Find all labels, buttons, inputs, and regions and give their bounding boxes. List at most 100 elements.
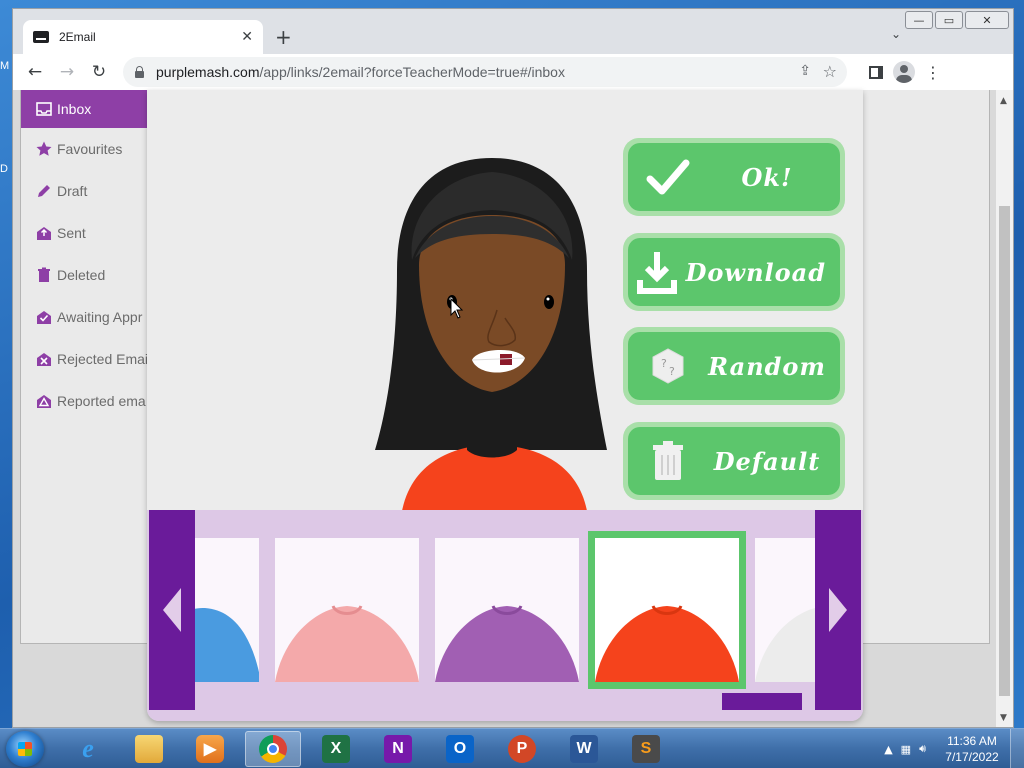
taskbar-internet-explorer[interactable]: e — [60, 731, 116, 767]
folder-sidebar: Inbox Favourites Draft Sent Deleted Awai… — [21, 90, 151, 422]
ok-button-label: Ok! — [741, 162, 793, 192]
download-button-label: Download — [685, 257, 826, 287]
word-icon: W — [570, 735, 598, 763]
side-panel-icon[interactable] — [869, 65, 883, 79]
picker-next-button[interactable] — [815, 510, 861, 710]
sidebar-item-draft[interactable]: Draft — [21, 170, 151, 212]
reload-icon[interactable]: ↻ — [83, 62, 115, 82]
sent-icon — [35, 224, 53, 242]
shirt-swatch-selected[interactable] — [588, 531, 746, 689]
awaiting-icon — [35, 308, 53, 326]
folder-icon — [135, 735, 163, 763]
scrollbar-thumb[interactable] — [999, 206, 1010, 696]
taskbar-excel[interactable]: X — [308, 731, 364, 767]
reported-icon — [35, 392, 53, 410]
system-tray: ▲ ▦ 🔊︎ 11:36 AM 7/17/2022 — [884, 729, 1024, 768]
sidebar-item-sent[interactable]: Sent — [21, 212, 151, 254]
browser-menu-icon[interactable]: ⋮ — [925, 63, 941, 82]
trash-icon — [628, 441, 708, 481]
windows-taskbar: e ▶ X N O P W S ▲ ▦ 🔊︎ 11:36 AM 7/17/202… — [0, 728, 1024, 768]
right-arrow-icon — [829, 588, 847, 632]
taskbar-word[interactable]: W — [556, 731, 612, 767]
taskbar-powerpoint[interactable]: P — [494, 731, 550, 767]
mouse-cursor-icon — [450, 298, 464, 319]
sidebar-item-label: Inbox — [57, 101, 92, 117]
bookmark-star-icon[interactable]: ☆ — [823, 62, 837, 81]
email-favicon-icon — [33, 31, 49, 43]
scroll-up-arrow-icon[interactable]: ▲ — [1000, 96, 1007, 106]
restore-button[interactable]: ▭ — [935, 11, 963, 29]
profile-avatar-icon[interactable] — [893, 61, 915, 83]
page-scrollbar[interactable]: ▲ ▼ — [996, 90, 1013, 727]
sidebar-item-label: Deleted — [57, 267, 106, 283]
dice-icon: ?? — [628, 347, 708, 385]
shirt-swatch[interactable] — [435, 538, 579, 682]
sidebar-item-label: Sent — [57, 225, 86, 241]
checkmark-icon — [628, 157, 708, 197]
pencil-icon — [35, 182, 53, 200]
taskbar-sublime-text[interactable]: S — [618, 731, 674, 767]
ok-button[interactable]: Ok! — [623, 138, 845, 216]
download-icon — [628, 250, 686, 294]
clock[interactable]: 11:36 AM 7/17/2022 — [934, 733, 1010, 765]
default-button-label: Default — [713, 446, 821, 476]
sidebar-item-label: Rejected Emai — [57, 351, 149, 367]
outlook-icon: O — [446, 735, 474, 763]
sidebar-item-inbox[interactable]: Inbox — [21, 90, 151, 128]
lock-icon[interactable] — [135, 65, 144, 78]
taskbar-outlook[interactable]: O — [432, 731, 488, 767]
sidebar-item-label: Favourites — [57, 141, 123, 157]
shirt-swatch[interactable] — [275, 538, 419, 682]
sidebar-item-awaiting-approval[interactable]: Awaiting Appr — [21, 296, 151, 338]
trash-icon — [35, 266, 53, 284]
share-icon[interactable]: ⇪ — [799, 63, 811, 79]
shirt-swatch[interactable] — [195, 538, 259, 682]
clothing-color-picker — [147, 510, 863, 721]
sidebar-item-rejected[interactable]: Rejected Emai — [21, 338, 151, 380]
sidebar-item-favourites[interactable]: Favourites — [21, 128, 151, 170]
desktop-icon-label: D — [0, 163, 8, 175]
forward-arrow-icon[interactable]: → — [51, 62, 83, 82]
svg-text:?: ? — [661, 357, 667, 370]
svg-text:?: ? — [669, 365, 675, 378]
chrome-icon — [259, 735, 287, 763]
random-button[interactable]: ?? Random — [623, 327, 845, 405]
taskbar-media-player[interactable]: ▶ — [182, 731, 238, 767]
excel-icon: X — [322, 735, 350, 763]
powerpoint-icon: P — [508, 735, 536, 763]
page-content: Inbox Favourites Draft Sent Deleted Awai… — [13, 90, 1013, 727]
download-button[interactable]: Download — [623, 233, 845, 311]
taskbar-file-explorer[interactable] — [121, 731, 177, 767]
default-button[interactable]: Default — [623, 422, 845, 500]
media-player-icon: ▶ — [196, 735, 224, 763]
back-arrow-icon[interactable]: ← — [19, 62, 51, 82]
minimize-button[interactable]: — — [905, 11, 933, 29]
sidebar-item-reported[interactable]: Reported ema — [21, 380, 151, 422]
address-bar[interactable]: purplemash.com/app/links/2email?forceTea… — [123, 57, 847, 87]
url-text: purplemash.com/app/links/2email?forceTea… — [156, 64, 565, 80]
random-button-label: Random — [708, 351, 826, 381]
close-window-button[interactable]: ✕ — [965, 11, 1009, 29]
sidebar-item-label: Awaiting Appr — [57, 309, 143, 325]
show-hidden-icons-icon[interactable]: ▲ — [884, 743, 892, 756]
network-icon[interactable]: ▦ — [901, 743, 911, 756]
rejected-icon — [35, 350, 53, 368]
show-desktop-button[interactable] — [1010, 729, 1024, 768]
browser-toolbar: ← → ↻ purplemash.com/app/links/2email?fo… — [13, 54, 1013, 90]
taskbar-onenote[interactable]: N — [370, 731, 426, 767]
sidebar-item-deleted[interactable]: Deleted — [21, 254, 151, 296]
volume-icon[interactable]: 🔊︎ — [919, 742, 926, 756]
taskbar-chrome[interactable] — [245, 731, 301, 767]
shirt-swatch[interactable] — [755, 538, 815, 682]
scroll-down-arrow-icon[interactable]: ▼ — [1000, 713, 1007, 723]
start-button[interactable] — [6, 731, 44, 767]
internet-explorer-icon: e — [82, 734, 94, 763]
inbox-icon — [35, 100, 53, 118]
left-arrow-icon — [163, 588, 181, 632]
picker-prev-button[interactable] — [149, 510, 195, 710]
tab-close-icon[interactable]: ✕ — [241, 29, 253, 45]
tab-title: 2Email — [59, 30, 96, 44]
browser-tab[interactable]: 2Email ✕ — [23, 20, 263, 54]
new-tab-icon[interactable]: + — [275, 25, 292, 49]
tab-search-chevron-icon[interactable]: ⌄ — [891, 27, 901, 41]
